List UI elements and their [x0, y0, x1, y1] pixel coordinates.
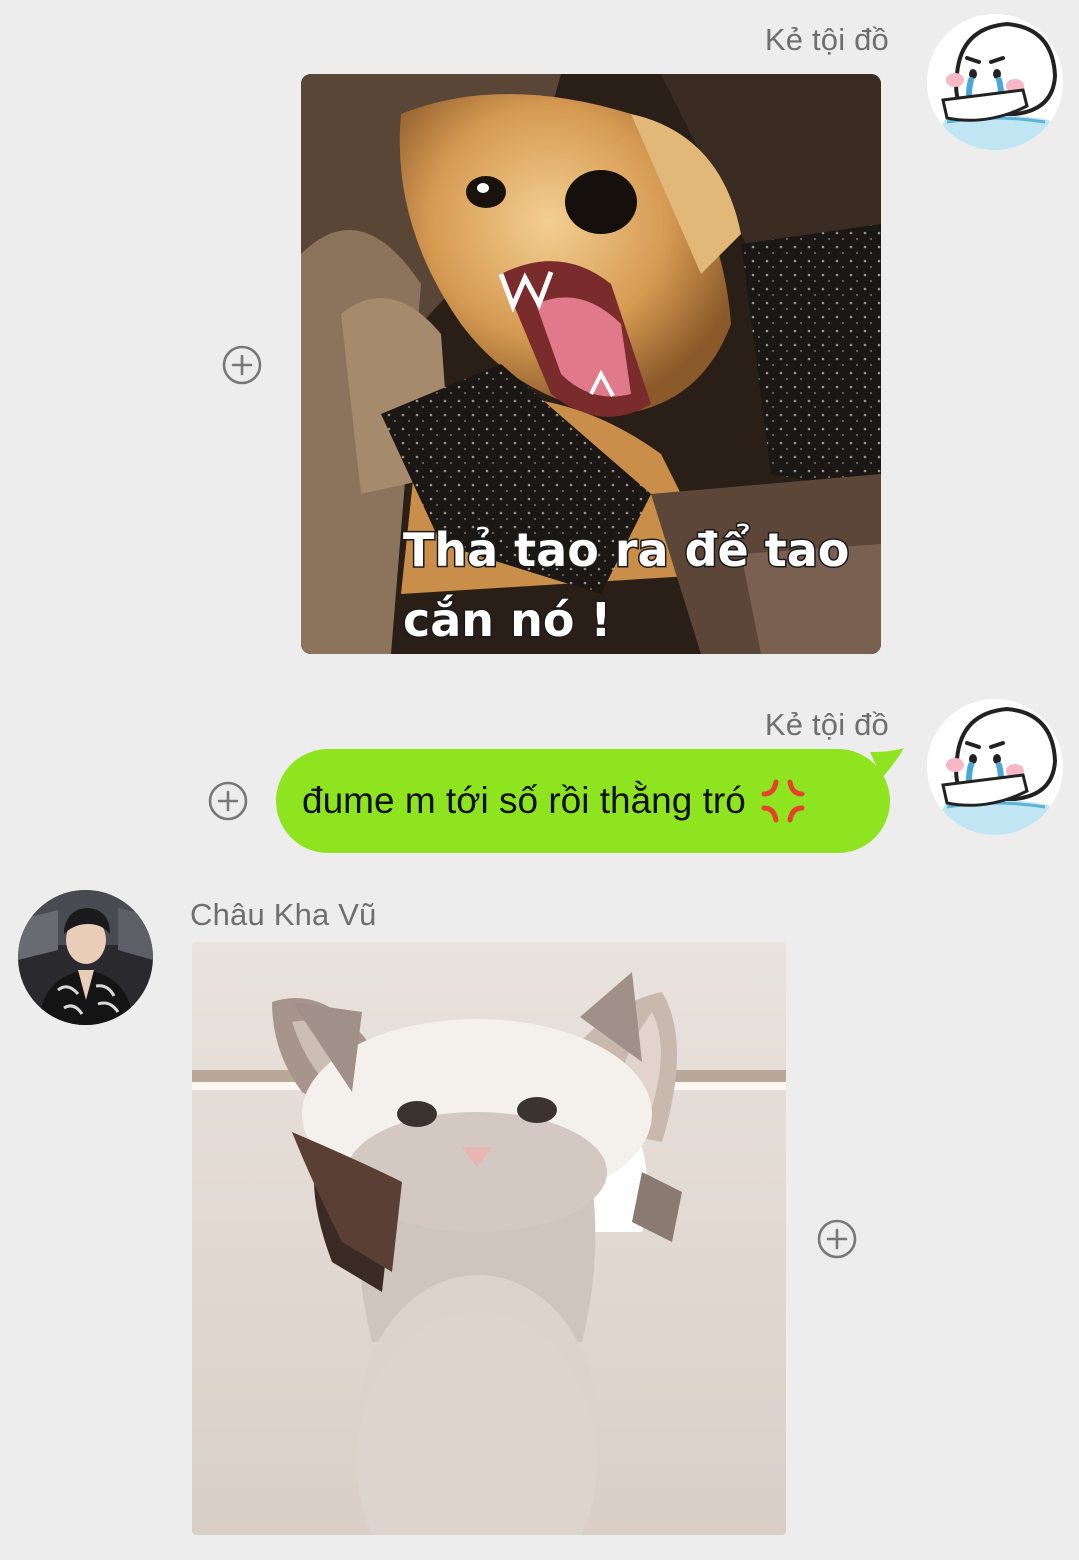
text-message-bubble[interactable]: đume m tới số rồi thằng tró	[276, 749, 890, 853]
sender-name: Châu Kha Vũ	[190, 897, 377, 932]
anger-symbol-icon	[758, 776, 808, 826]
image-message-dog-meme[interactable]: Thả tao ra để tao cắn nó !	[301, 74, 881, 654]
sender-avatar[interactable]	[927, 699, 1063, 835]
add-reaction-icon[interactable]	[222, 345, 262, 385]
contact-avatar[interactable]	[18, 890, 153, 1025]
message-text: đume m tới số rồi thằng tró	[302, 780, 746, 821]
person-photo-avatar-icon	[18, 890, 153, 1025]
image-message-cat[interactable]	[192, 942, 786, 1535]
sender-name: Kẻ tội đồ	[764, 707, 889, 742]
sender-name: Kẻ tội đồ	[764, 22, 889, 57]
crying-face-avatar-icon	[927, 14, 1063, 150]
image-caption-line1: Thả tao ra để tao	[403, 523, 849, 577]
crying-face-avatar-icon	[927, 699, 1063, 835]
add-reaction-icon[interactable]	[817, 1219, 857, 1259]
image-caption-line2: cắn nó !	[403, 593, 611, 647]
sender-avatar[interactable]	[927, 14, 1063, 150]
add-reaction-icon[interactable]	[208, 781, 248, 821]
